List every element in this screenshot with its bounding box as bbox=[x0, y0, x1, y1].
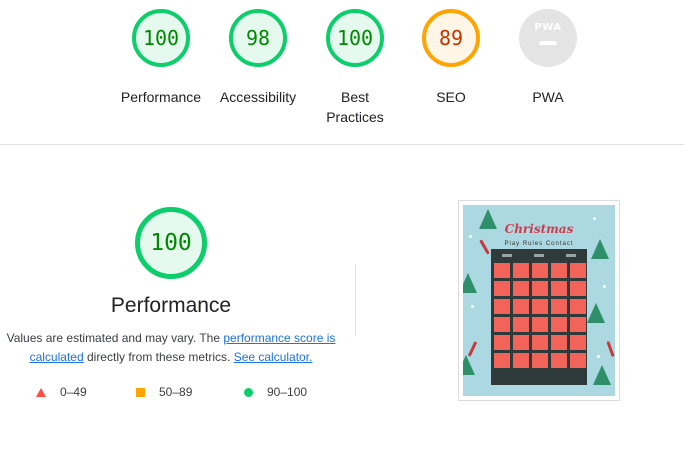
card-cell bbox=[513, 335, 529, 350]
snowflake-decoration bbox=[593, 217, 596, 220]
tree-decoration bbox=[463, 273, 477, 293]
screenshot-card-grid bbox=[494, 263, 586, 368]
pass-circle-icon bbox=[244, 387, 253, 397]
pwa-badge-bar bbox=[539, 41, 557, 45]
snowflake-decoration bbox=[597, 355, 600, 358]
card-cell bbox=[570, 299, 586, 314]
candy-cane-decoration bbox=[606, 340, 615, 358]
desc-prefix: Values are estimated and may vary. The bbox=[6, 331, 224, 345]
legend-average-range: 50–89 bbox=[159, 385, 193, 399]
card-cell bbox=[551, 353, 567, 368]
card-cell bbox=[551, 281, 567, 296]
card-cell bbox=[570, 263, 586, 278]
card-cell bbox=[494, 353, 510, 368]
card-cell bbox=[551, 317, 567, 332]
best-practices-label-line1: Best bbox=[340, 89, 369, 105]
section-divider bbox=[0, 144, 684, 145]
screenshot-site-menu: Play Rules Contact bbox=[504, 241, 574, 247]
snowflake-decoration bbox=[603, 285, 606, 288]
card-cell bbox=[532, 281, 548, 296]
card-cell bbox=[513, 299, 529, 314]
card-cell bbox=[570, 335, 586, 350]
screenshot-game-board bbox=[491, 249, 587, 385]
card-cell bbox=[532, 317, 548, 332]
best-practices-score-gauge: 100 bbox=[326, 9, 384, 67]
card-cell bbox=[570, 281, 586, 296]
card-cell bbox=[532, 263, 548, 278]
performance-main-gauge: 100 bbox=[135, 207, 207, 279]
tree-decoration bbox=[587, 303, 605, 323]
tree-decoration bbox=[593, 365, 611, 385]
card-cell bbox=[532, 353, 548, 368]
performance-score-gauge: 100 bbox=[132, 9, 190, 67]
legend-pass: 90–100 bbox=[244, 385, 307, 399]
accessibility-score-gauge: 98 bbox=[229, 9, 287, 67]
category-pwa[interactable]: PWA PWA bbox=[483, 9, 613, 107]
screenshot-board-status bbox=[491, 251, 587, 259]
card-cell bbox=[513, 263, 529, 278]
legend-pass-range: 90–100 bbox=[267, 385, 308, 399]
final-screenshot[interactable]: Christmas Play Rules Contact bbox=[458, 200, 620, 401]
card-cell bbox=[494, 317, 510, 332]
card-cell bbox=[513, 353, 529, 368]
card-cell bbox=[551, 263, 567, 278]
best-practices-label-line2: Practices bbox=[326, 109, 384, 125]
card-cell bbox=[494, 299, 510, 314]
average-square-icon bbox=[136, 387, 145, 397]
pwa-label: PWA bbox=[532, 89, 564, 105]
pwa-badge-text: PWA bbox=[534, 22, 562, 33]
legend-average: 50–89 bbox=[136, 385, 192, 399]
seo-score-gauge: 89 bbox=[422, 9, 480, 67]
card-cell bbox=[532, 299, 548, 314]
card-cell bbox=[551, 299, 567, 314]
screenshot-site-title: Christmas bbox=[504, 222, 574, 236]
card-cell bbox=[494, 335, 510, 350]
legend-fail-range: 0–49 bbox=[60, 385, 87, 399]
card-cell bbox=[513, 281, 529, 296]
snowflake-decoration bbox=[471, 305, 474, 308]
fail-triangle-icon bbox=[36, 387, 46, 397]
card-cell bbox=[494, 263, 510, 278]
card-cell bbox=[494, 281, 510, 296]
card-cell bbox=[570, 353, 586, 368]
vertical-divider bbox=[355, 265, 356, 335]
desc-middle: directly from these metrics. bbox=[83, 350, 234, 364]
card-cell bbox=[551, 335, 567, 350]
pwa-badge-icon: PWA bbox=[519, 9, 577, 67]
see-calculator-link[interactable]: See calculator. bbox=[234, 350, 313, 364]
tree-decoration bbox=[463, 355, 475, 375]
card-cell bbox=[532, 335, 548, 350]
legend-fail: 0–49 bbox=[36, 385, 87, 399]
card-cell bbox=[513, 317, 529, 332]
performance-description: Values are estimated and may vary. The p… bbox=[6, 329, 336, 367]
screenshot-image: Christmas Play Rules Contact bbox=[463, 205, 615, 396]
card-cell bbox=[570, 317, 586, 332]
performance-section-title: Performance bbox=[110, 294, 232, 317]
